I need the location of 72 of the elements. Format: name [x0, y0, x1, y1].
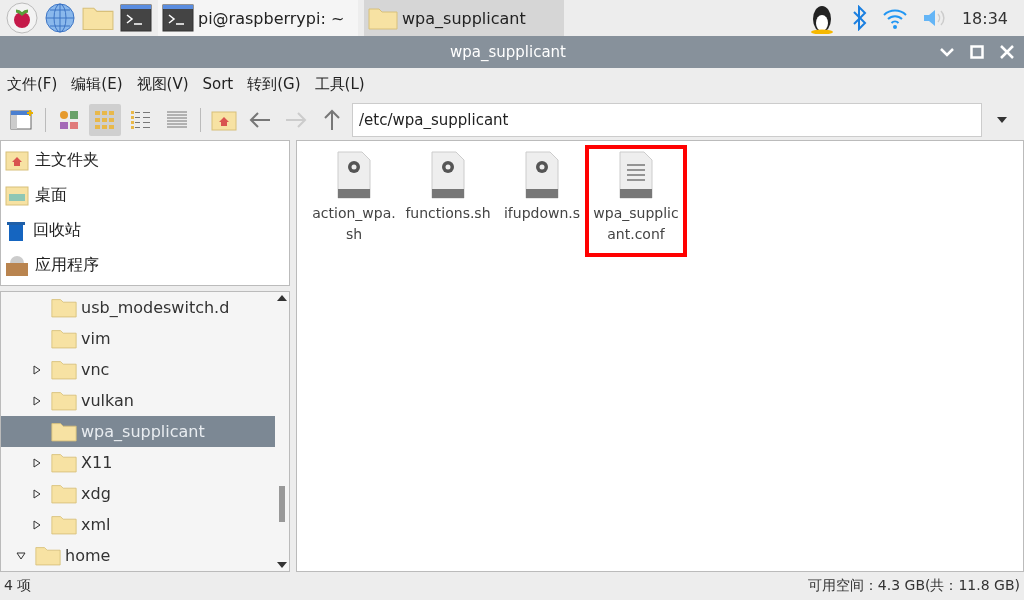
- raspberry-icon[interactable]: [6, 2, 38, 34]
- tree-item[interactable]: vnc: [1, 354, 275, 385]
- expander-icon[interactable]: [33, 519, 41, 530]
- folder-icon: [51, 328, 77, 349]
- file-item[interactable]: ifupdown.s: [495, 149, 589, 232]
- item-count: 4 项: [4, 577, 32, 595]
- expander-icon[interactable]: [33, 395, 41, 406]
- up-arrow-icon: [323, 109, 341, 131]
- menu-item[interactable]: 视图(V): [136, 74, 189, 94]
- folder-icon: [51, 297, 77, 318]
- place-item[interactable]: 主文件夹: [1, 143, 289, 178]
- folder-icon: [51, 421, 77, 442]
- place-item[interactable]: 桌面: [1, 178, 289, 213]
- tree-item[interactable]: vulkan: [1, 385, 275, 416]
- globe-icon[interactable]: [44, 2, 76, 34]
- scroll-down-icon[interactable]: [277, 562, 287, 568]
- window-title: wpa_supplicant: [449, 43, 567, 61]
- free-space: 可用空间：4.3 GB(共：11.8 GB): [807, 577, 1020, 595]
- close-button[interactable]: [998, 43, 1016, 61]
- folder-icon: [368, 6, 398, 30]
- bluetooth-icon[interactable]: [851, 5, 868, 31]
- tree-item[interactable]: xdg: [1, 478, 275, 509]
- left-arrow-icon: [249, 111, 271, 129]
- highlighted-file-item[interactable]: wpa_supplicant.conf: [589, 149, 683, 253]
- text-file-icon: [618, 151, 654, 199]
- menu-item[interactable]: 文件(F): [7, 74, 58, 94]
- folder-icon: [51, 514, 77, 535]
- place-item[interactable]: 应用程序: [1, 248, 289, 283]
- taskbar-button[interactable]: pi@raspberrypi: ~: [158, 0, 358, 36]
- clock: 18:34: [961, 8, 1008, 28]
- script-file-icon: [430, 151, 466, 199]
- folder-icon: [51, 390, 77, 411]
- terminal-icon: [162, 4, 194, 32]
- caret-icon: [996, 116, 1008, 124]
- file-item[interactable]: action_wpa.sh: [307, 149, 401, 253]
- scroll-up-icon[interactable]: [277, 295, 287, 301]
- folder-icon: [51, 359, 77, 380]
- trash-icon: [5, 219, 27, 242]
- script-file-icon: [524, 151, 560, 199]
- expander-icon[interactable]: [33, 364, 41, 375]
- desktop-folder-icon: [5, 185, 29, 206]
- tree-item[interactable]: home: [1, 540, 275, 571]
- folder-icon: [51, 452, 77, 473]
- icon-view-icon: [94, 110, 116, 130]
- tree-item[interactable]: usb_modeswitch.d: [1, 292, 275, 323]
- script-file-icon: [336, 151, 372, 199]
- tree-item[interactable]: xml: [1, 509, 275, 540]
- place-item[interactable]: 回收站: [1, 213, 289, 248]
- taskbar-button[interactable]: wpa_supplicant: [364, 0, 564, 36]
- package-icon: [5, 254, 29, 277]
- thumbnail-view-icon: [58, 109, 80, 131]
- menu-item[interactable]: 工具(L): [314, 74, 365, 94]
- maximize-button[interactable]: [968, 43, 986, 61]
- tree-item[interactable]: X11: [1, 447, 275, 478]
- expander-icon[interactable]: [33, 488, 41, 499]
- folder-icon: [51, 483, 77, 504]
- menu-item[interactable]: Sort: [202, 75, 234, 93]
- expander-icon[interactable]: [33, 457, 41, 468]
- home-folder-icon: [5, 150, 29, 171]
- menu-item[interactable]: 编辑(E): [71, 74, 123, 94]
- list-view-icon: [166, 110, 188, 130]
- menu-item[interactable]: 转到(G): [247, 74, 301, 94]
- path-field[interactable]: /etc/wpa_supplicant: [352, 103, 982, 137]
- file-item[interactable]: functions.sh: [401, 149, 495, 232]
- compact-view-icon: [130, 110, 152, 130]
- folder-icon: [82, 5, 114, 31]
- folder-icon: [35, 545, 61, 566]
- scrollbar-thumb[interactable]: [279, 486, 285, 522]
- right-arrow-icon: [285, 111, 307, 129]
- terminal-icon: [120, 4, 152, 32]
- tree-item[interactable]: vim: [1, 323, 275, 354]
- expander-icon[interactable]: [16, 551, 26, 560]
